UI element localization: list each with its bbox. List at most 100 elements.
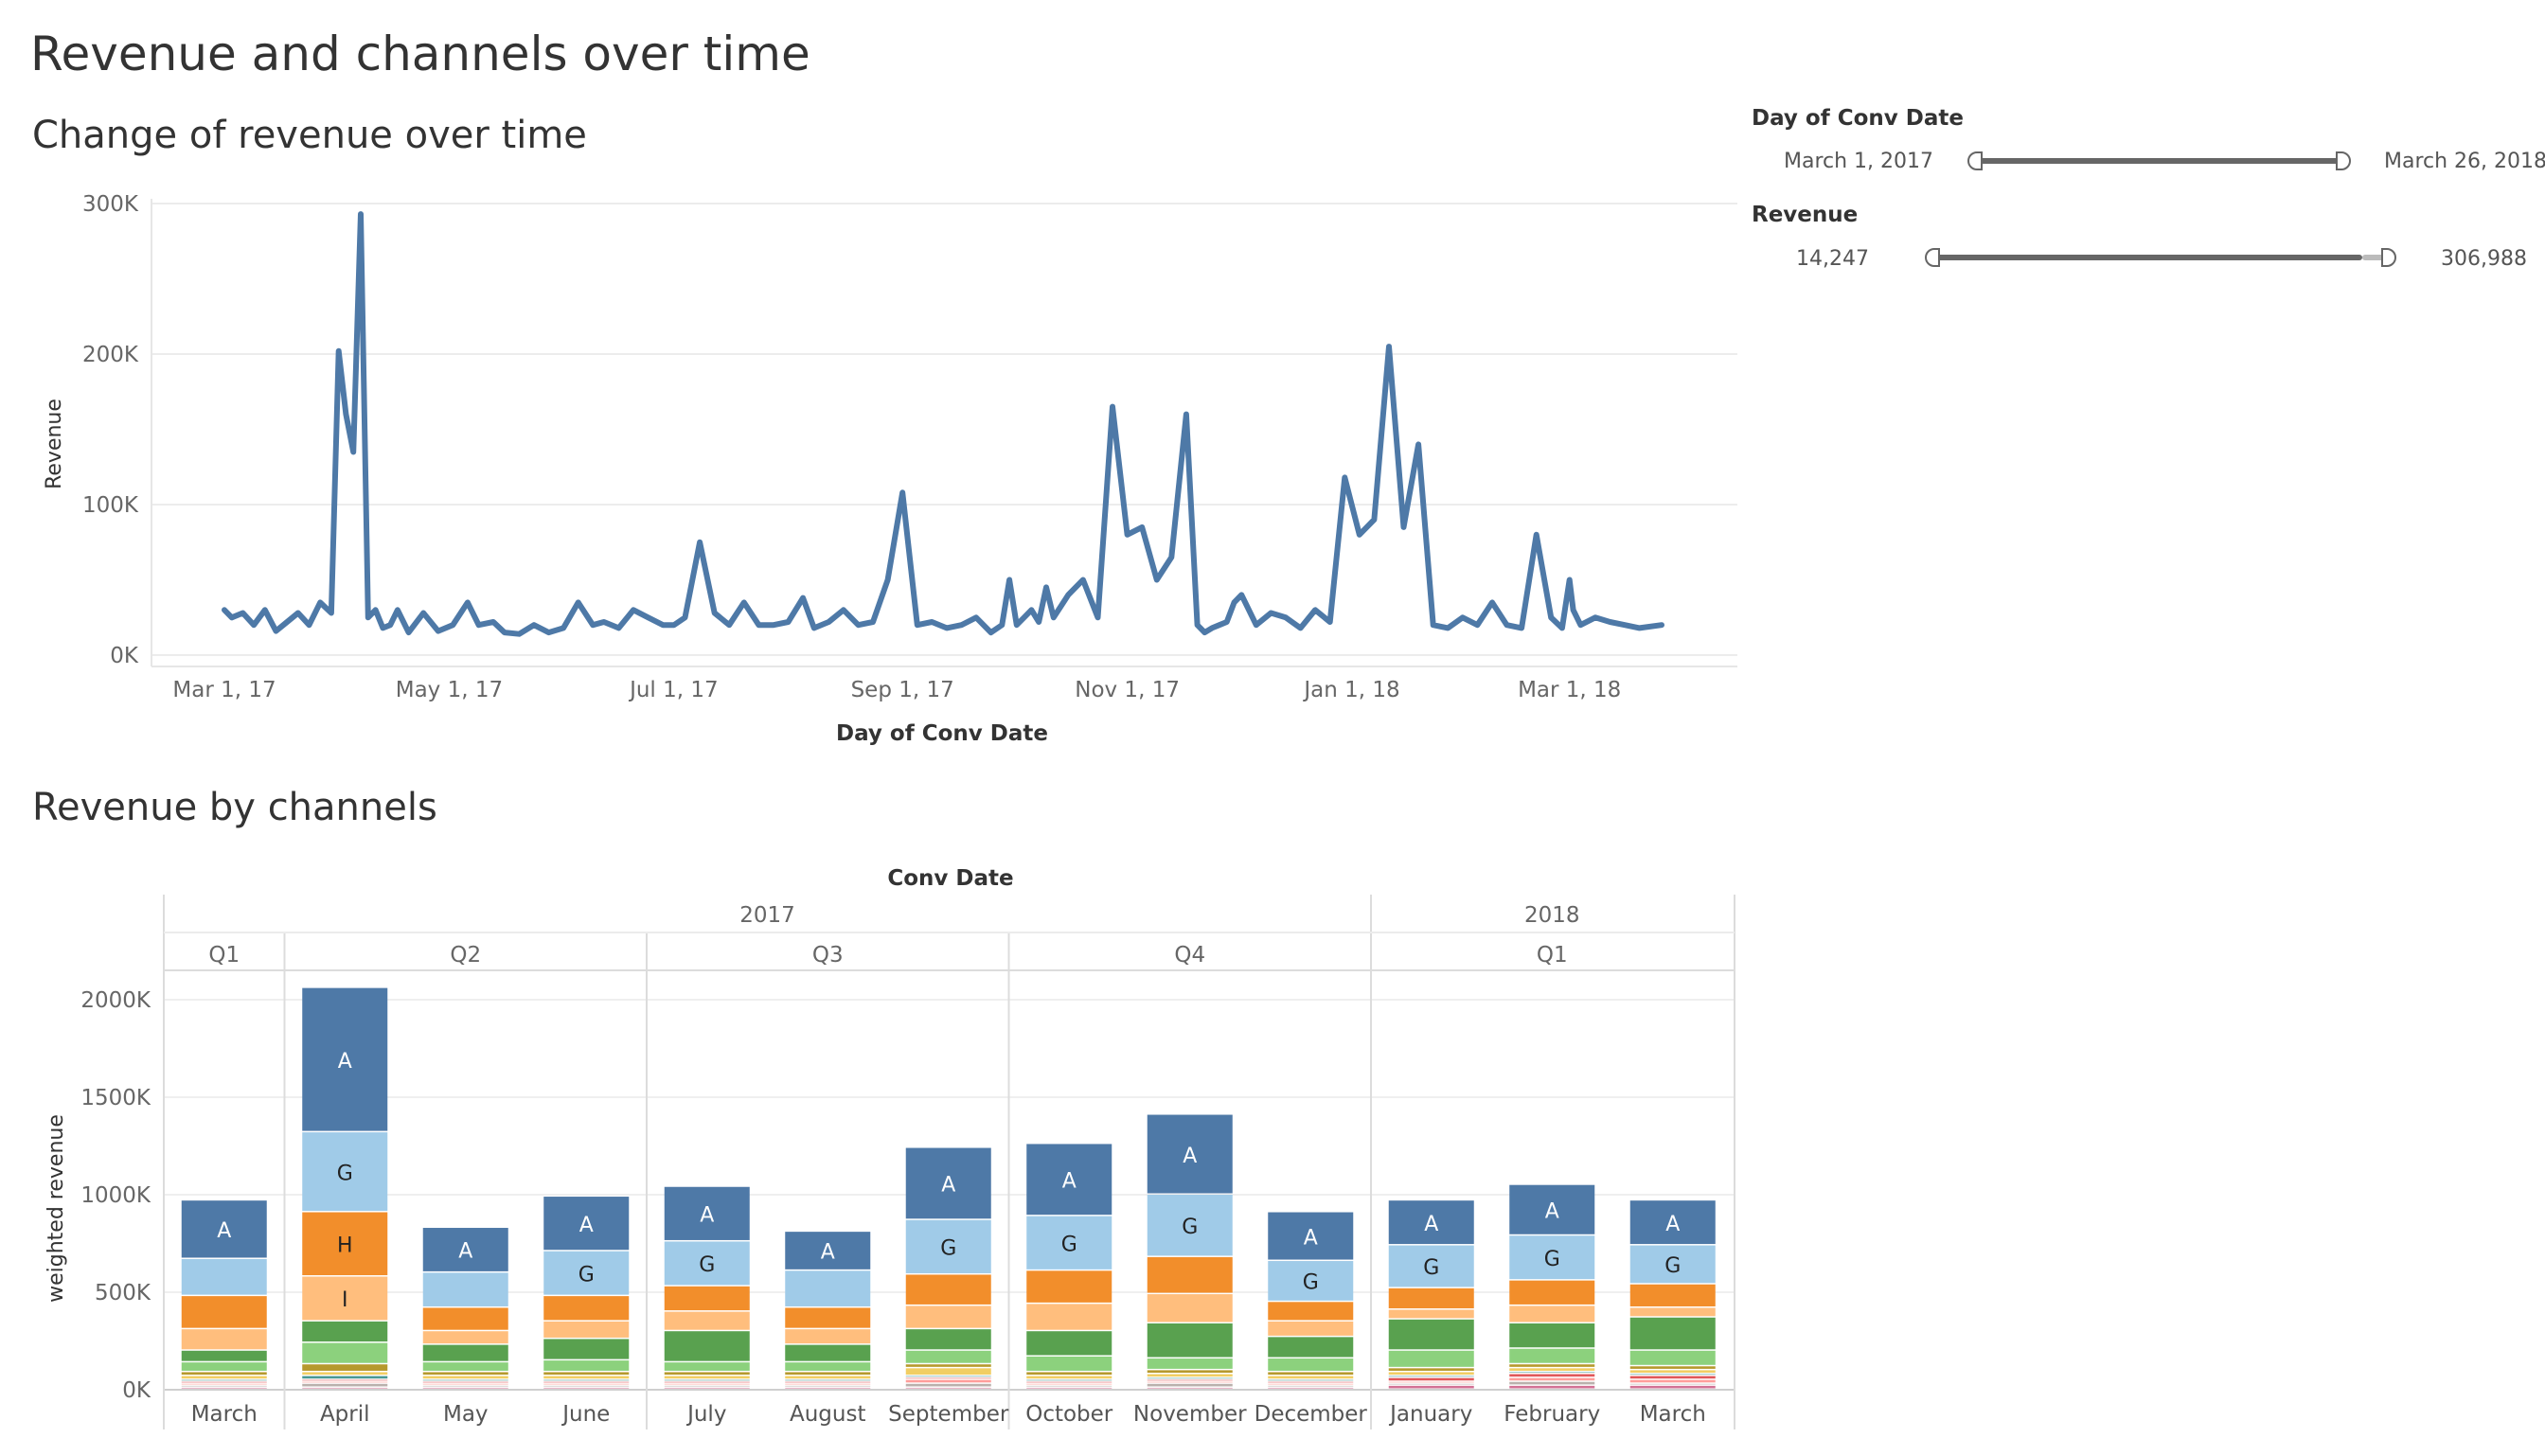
bar-segment — [543, 1383, 630, 1385]
bar-segment — [785, 1381, 871, 1383]
bar-segment — [422, 1381, 508, 1383]
bar-segment — [1147, 1381, 1233, 1383]
bar-segment — [181, 1379, 267, 1381]
bar-segment — [422, 1344, 508, 1361]
bar-segment — [664, 1331, 750, 1361]
bar-segment — [1026, 1379, 1112, 1381]
bar-segment — [664, 1372, 750, 1376]
bar-segment — [1147, 1383, 1233, 1387]
bar-segment — [1629, 1284, 1716, 1306]
y-tick-label: 2000K — [80, 988, 151, 1013]
segment-label: A — [700, 1204, 714, 1228]
bar-segment — [785, 1376, 871, 1379]
month-label: December — [1255, 1402, 1368, 1427]
y-tick-label: 500K — [95, 1281, 151, 1305]
bar-segment — [664, 1311, 750, 1330]
bar-segment — [785, 1372, 871, 1376]
bar-segment — [664, 1362, 750, 1371]
date-slider-max-handle[interactable] — [2336, 151, 2351, 170]
bar-segment — [543, 1339, 630, 1359]
bar-segment — [1388, 1319, 1474, 1350]
bar-segment — [905, 1329, 991, 1350]
bar-segment — [1026, 1385, 1112, 1387]
y-tick-label: 0K — [110, 644, 139, 668]
bar-segment — [1268, 1376, 1354, 1379]
bar-segment — [1388, 1309, 1474, 1319]
bar-segment — [1268, 1321, 1354, 1336]
bar-segment — [1509, 1364, 1595, 1367]
bar-segment — [1509, 1280, 1595, 1305]
bar-segment — [1026, 1304, 1112, 1330]
bar-segment — [1026, 1381, 1112, 1383]
bar-stack: GA — [664, 1186, 750, 1389]
bar-segment — [1026, 1270, 1112, 1303]
bar-segment — [1388, 1368, 1474, 1371]
bar-segment — [785, 1379, 871, 1381]
date-filter-min: March 1, 2017 — [1784, 150, 1934, 173]
bar-segment — [422, 1272, 508, 1306]
bar-segment — [664, 1385, 750, 1387]
segment-label: G — [1423, 1256, 1439, 1280]
bar-segment — [785, 1270, 871, 1306]
bar-segment — [181, 1376, 267, 1379]
bar-segment — [1629, 1376, 1716, 1379]
bar-stack: GA — [1629, 1200, 1716, 1389]
x-axis-title: Conv Date — [887, 866, 1013, 891]
bar-segment — [1268, 1387, 1354, 1389]
bar-segment — [1147, 1358, 1233, 1369]
bar-stack: A — [422, 1228, 508, 1389]
revenue-filter-min: 14,247 — [1796, 247, 1869, 271]
quarter-label: Q1 — [208, 943, 240, 968]
bar-segment — [1268, 1358, 1354, 1371]
revenue-slider-min-handle[interactable] — [1925, 248, 1940, 267]
bar-segment — [543, 1387, 630, 1389]
bar-segment — [543, 1376, 630, 1379]
segment-label: H — [337, 1234, 353, 1258]
bar-segment — [302, 1381, 388, 1383]
bar-segment — [1629, 1370, 1716, 1374]
bar-segment — [543, 1296, 630, 1321]
y-tick-label: 1000K — [80, 1183, 151, 1208]
bar-segment — [302, 1342, 388, 1363]
revenue-slider-max-handle[interactable] — [2381, 248, 2396, 267]
bar-segment — [1509, 1377, 1595, 1381]
bar-segment — [1147, 1323, 1233, 1358]
bar-segment — [1509, 1381, 1595, 1385]
date-slider-min-handle[interactable] — [1967, 151, 1983, 170]
segment-label: G — [1303, 1271, 1319, 1295]
revenue-series-line — [222, 211, 1664, 637]
bar-stack: A — [785, 1232, 871, 1389]
month-label: April — [320, 1402, 370, 1427]
bar-segment — [302, 1383, 388, 1387]
bar-segment — [1629, 1307, 1716, 1317]
bar-chart-title: Revenue by channels — [32, 786, 437, 829]
segment-label: A — [1183, 1145, 1197, 1168]
y-tick-label: 100K — [82, 493, 139, 518]
x-tick-label: May 1, 17 — [396, 678, 503, 702]
bar-segment — [422, 1331, 508, 1344]
segment-label: G — [699, 1253, 715, 1277]
month-label: May — [443, 1402, 489, 1427]
bar-segment — [181, 1362, 267, 1371]
x-tick-label: Sep 1, 17 — [851, 678, 954, 702]
bar-segment — [785, 1362, 871, 1371]
bar-segment — [1147, 1387, 1233, 1389]
revenue-range-slider[interactable] — [1936, 255, 2362, 260]
bar-segment — [664, 1376, 750, 1379]
segment-label: A — [1665, 1213, 1680, 1236]
bar-segment — [543, 1379, 630, 1381]
segment-label: I — [342, 1288, 348, 1312]
bar-segment — [422, 1307, 508, 1330]
bar-segment — [1629, 1374, 1716, 1376]
month-label: March — [191, 1402, 258, 1427]
date-range-slider[interactable] — [1979, 158, 2343, 164]
bar-segment — [422, 1383, 508, 1385]
month-label: October — [1025, 1402, 1113, 1427]
segment-label: A — [1304, 1226, 1318, 1250]
bar-stack: GA — [1026, 1144, 1112, 1389]
segment-label: G — [1544, 1248, 1560, 1271]
dashboard-title: Revenue and channels over time — [30, 27, 810, 81]
bar-segment — [1629, 1366, 1716, 1369]
quarter-label: Q3 — [812, 943, 844, 968]
bar-segment — [1509, 1372, 1595, 1374]
